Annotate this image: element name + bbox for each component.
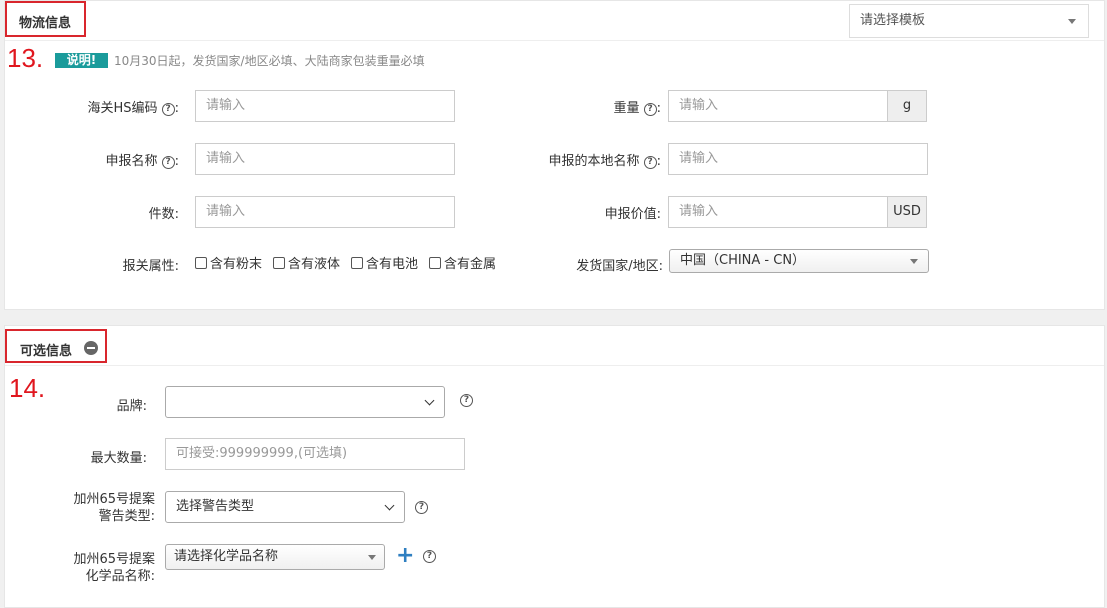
brand-select[interactable] bbox=[165, 386, 445, 418]
attr-battery-label: 含有电池 bbox=[366, 257, 419, 272]
help-circle-icon[interactable]: ? bbox=[423, 550, 436, 563]
hs-code-label: 海关HS编码 ?: bbox=[45, 97, 179, 116]
brand-label: 品牌: bbox=[116, 399, 147, 414]
checkbox-icon[interactable] bbox=[273, 257, 285, 269]
add-plus-icon[interactable]: + bbox=[396, 544, 414, 568]
chevron-down-icon bbox=[424, 395, 435, 406]
prop65-warning-label-line2: 警告类型: bbox=[98, 509, 155, 524]
chevron-down-icon bbox=[384, 500, 395, 511]
dropdown-arrow-icon bbox=[368, 555, 376, 560]
colon: : bbox=[656, 154, 661, 169]
weight-label: 重量 ?: bbox=[525, 97, 661, 116]
prop65-chem-label-line2: 化学品名称: bbox=[85, 569, 155, 584]
hs-code-input[interactable]: 请输入 bbox=[195, 90, 455, 122]
prop65-chem-select[interactable]: 请选择化学品名称 bbox=[165, 544, 385, 570]
logistics-title-highlight: 物流信息 bbox=[5, 1, 86, 37]
local-name-label-text: 申报的本地名称 bbox=[548, 154, 640, 169]
logistics-panel: 物流信息 请选择模板 13. 说明! 10月30日起，发货国家/地区必填、大陆商… bbox=[4, 0, 1105, 310]
max-qty-label: 最大数量: bbox=[90, 451, 147, 466]
attr-metal-checkbox[interactable]: 含有金属 bbox=[429, 253, 496, 272]
optional-title: 可选信息 bbox=[20, 344, 73, 359]
template-dropdown-arrow-icon bbox=[1068, 19, 1076, 24]
optional-title-highlight: 可选信息 bbox=[5, 329, 107, 363]
usd-unit-addon: USD bbox=[887, 196, 927, 228]
help-circle-icon[interactable]: ? bbox=[643, 103, 657, 116]
help-circle-icon[interactable]: ? bbox=[643, 156, 657, 169]
logistics-title: 物流信息 bbox=[19, 16, 72, 31]
prop65-warning-label: 加州65号提案 警告类型: bbox=[45, 491, 155, 525]
attr-liquid-checkbox[interactable]: 含有液体 bbox=[273, 253, 340, 272]
optional-panel-header: 可选信息 bbox=[5, 326, 1104, 366]
help-circle-icon[interactable]: ? bbox=[415, 501, 428, 514]
quantity-input[interactable]: 请输入 bbox=[195, 196, 455, 228]
checkbox-icon[interactable] bbox=[195, 257, 207, 269]
checkbox-icon[interactable] bbox=[351, 257, 363, 269]
weight-label-text: 重量 bbox=[613, 101, 640, 116]
help-circle-icon[interactable]: ? bbox=[161, 103, 175, 116]
weight-input[interactable]: 请输入 bbox=[668, 90, 888, 122]
attr-powder-checkbox[interactable]: 含有粉末 bbox=[195, 253, 262, 272]
help-circle-icon[interactable]: ? bbox=[460, 394, 473, 407]
prop65-chem-label: 加州65号提案 化学品名称: bbox=[45, 551, 155, 585]
help-circle-icon[interactable]: ? bbox=[161, 156, 175, 169]
customs-attr-label: 报关属性: bbox=[122, 259, 179, 274]
logistics-panel-header: 物流信息 请选择模板 bbox=[5, 1, 1104, 41]
prop65-chem-label-line1: 加州65号提案 bbox=[73, 552, 155, 567]
template-select[interactable]: 请选择模板 bbox=[849, 4, 1089, 38]
local-name-label: 申报的本地名称 ?: bbox=[505, 150, 661, 169]
step-number-14: 14. bbox=[9, 373, 46, 403]
dropdown-arrow-icon bbox=[910, 259, 918, 264]
attr-powder-label: 含有粉末 bbox=[210, 257, 263, 272]
checkbox-icon[interactable] bbox=[429, 257, 441, 269]
declare-name-label-text: 申报名称 bbox=[105, 154, 158, 169]
prop65-warning-value: 选择警告类型 bbox=[176, 499, 255, 514]
attr-metal-label: 含有金属 bbox=[444, 257, 497, 272]
weight-unit-addon: g bbox=[887, 90, 927, 122]
hs-code-label-text: 海关HS编码 bbox=[87, 101, 158, 116]
ship-country-value: 中国（CHINA - CN） bbox=[680, 253, 806, 268]
notice-badge: 说明! bbox=[55, 53, 108, 68]
attr-liquid-label: 含有液体 bbox=[288, 257, 341, 272]
ship-country-select[interactable]: 中国（CHINA - CN） bbox=[669, 249, 929, 273]
declare-name-label: 申报名称 ?: bbox=[45, 150, 179, 169]
quantity-label: 件数: bbox=[148, 207, 179, 222]
template-select-value: 请选择模板 bbox=[860, 13, 926, 28]
collapse-minus-icon[interactable] bbox=[84, 341, 98, 355]
colon: : bbox=[656, 101, 661, 116]
colon: : bbox=[174, 154, 179, 169]
prop65-warning-select[interactable]: 选择警告类型 bbox=[165, 491, 405, 523]
notice-text: 10月30日起，发货国家/地区必填、大陆商家包装重量必填 bbox=[114, 54, 425, 68]
attr-battery-checkbox[interactable]: 含有电池 bbox=[351, 253, 418, 272]
max-qty-input[interactable]: 可接受:999999999,(可选填) bbox=[165, 438, 465, 470]
ship-country-label: 发货国家/地区: bbox=[576, 259, 663, 274]
prop65-chem-value: 请选择化学品名称 bbox=[174, 549, 279, 564]
minus-bar bbox=[87, 347, 95, 349]
optional-panel: 可选信息 14. 品牌: ? 最大数量: 可接受:999999999,(可选填)… bbox=[4, 325, 1105, 608]
declare-value-label: 申报价值: bbox=[604, 207, 661, 222]
prop65-warning-label-line1: 加州65号提案 bbox=[73, 492, 155, 507]
step-number-13: 13. bbox=[7, 43, 44, 73]
declare-value-input[interactable]: 请输入 bbox=[668, 196, 888, 228]
colon: : bbox=[174, 101, 179, 116]
declare-name-input[interactable]: 请输入 bbox=[195, 143, 455, 175]
local-name-input[interactable]: 请输入 bbox=[668, 143, 928, 175]
